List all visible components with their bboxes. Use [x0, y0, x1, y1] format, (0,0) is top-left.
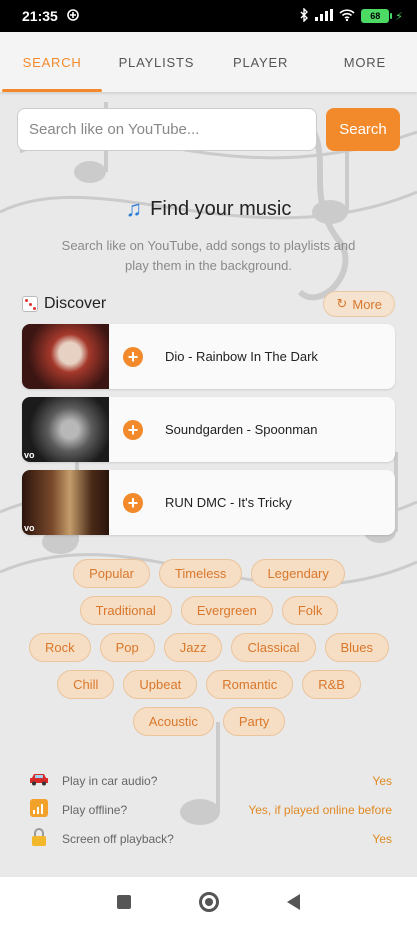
chip-row: Chill Upbeat Romantic R&B: [30, 670, 388, 699]
genre-chip[interactable]: Rock: [28, 633, 91, 662]
genre-chip[interactable]: Pop: [99, 633, 155, 662]
chip-row: Acoustic Party: [30, 707, 388, 736]
song-title: Dio - Rainbow In The Dark: [165, 349, 318, 364]
status-time: 21:35: [22, 8, 58, 24]
hero-title: Find your music: [150, 197, 292, 220]
discover-title-wrap: Discover: [22, 295, 106, 313]
genre-chip[interactable]: Traditional: [79, 596, 172, 625]
add-to-playlist-icon[interactable]: +: [123, 419, 143, 440]
wifi-icon: [339, 8, 355, 24]
signal-icon: [28, 798, 50, 821]
song-thumbnail: vo: [22, 470, 109, 535]
genre-chip[interactable]: R&B: [302, 670, 361, 699]
discover-song-list: + Dio - Rainbow In The Dark vo + Soundga…: [22, 324, 395, 543]
charging-icon: ⚡: [395, 10, 403, 23]
chip-row: Popular Timeless Legendary: [30, 559, 388, 588]
discover-header: Discover ↻ More: [22, 291, 395, 317]
tab-search[interactable]: SEARCH: [0, 32, 104, 92]
hero-subtitle: Search like on YouTube, add songs to pla…: [61, 238, 356, 273]
battery-icon: 68: [361, 9, 393, 23]
status-bar: 21:35 68 ⚡: [0, 0, 417, 32]
hero-heading: ♫ Find your music: [0, 196, 417, 222]
genre-chip[interactable]: Popular: [73, 559, 150, 588]
main-tabs: SEARCH PLAYLISTS PLAYER MORE: [0, 32, 417, 92]
cell-signal-icon: [315, 8, 334, 24]
genre-chip[interactable]: Classical: [231, 633, 316, 662]
chip-row: Rock Pop Jazz Classical Blues: [28, 633, 390, 662]
genre-chip[interactable]: Timeless: [158, 559, 243, 588]
genre-chip[interactable]: Upbeat: [123, 670, 198, 699]
tab-playlists[interactable]: PLAYLISTS: [104, 32, 208, 92]
music-note-icon: ♫: [125, 196, 143, 221]
faq-question: Play in car audio?: [62, 773, 158, 788]
faq-answer: Yes: [372, 773, 392, 788]
tab-more[interactable]: MORE: [313, 32, 417, 92]
song-card[interactable]: vo + RUN DMC - It's Tricky: [22, 470, 395, 535]
genre-chip[interactable]: Blues: [324, 633, 390, 662]
battery-level: 68: [370, 11, 381, 21]
faq-row: Play offline? Yes, if played online befo…: [28, 795, 392, 824]
faq-answer: Yes: [372, 831, 392, 846]
add-to-playlist-icon[interactable]: +: [123, 346, 143, 367]
faq-answer: Yes, if played online before: [248, 802, 392, 817]
song-card[interactable]: + Dio - Rainbow In The Dark: [22, 324, 395, 389]
recents-icon[interactable]: [117, 895, 131, 909]
chip-row: Traditional Evergreen Folk: [30, 596, 388, 625]
app-notification-icon: [66, 8, 80, 25]
genre-chip[interactable]: Folk: [281, 596, 339, 625]
song-title: RUN DMC - It's Tricky: [165, 495, 292, 510]
add-to-playlist-icon[interactable]: +: [123, 492, 143, 513]
search-bar: Search: [17, 108, 400, 151]
vevo-watermark: vo: [24, 523, 35, 533]
system-nav-bar: [0, 877, 417, 927]
genre-chip[interactable]: Evergreen: [180, 596, 273, 625]
search-input[interactable]: [17, 108, 317, 151]
vevo-watermark: vo: [24, 450, 35, 460]
genre-chip[interactable]: Party: [222, 707, 286, 736]
faq-row: Play in car audio? Yes: [28, 766, 392, 795]
genre-chip[interactable]: Acoustic: [132, 707, 214, 736]
genre-chip[interactable]: Legendary: [251, 559, 345, 588]
discover-title: Discover: [44, 295, 107, 312]
faq-question: Play offline?: [62, 802, 128, 817]
lock-icon: [28, 827, 50, 850]
tab-player[interactable]: PLAYER: [209, 32, 313, 92]
genre-chips: Popular Timeless Legendary Traditional E…: [28, 559, 390, 744]
more-button[interactable]: ↻ More: [323, 291, 395, 317]
dice-icon: [22, 296, 38, 312]
song-card[interactable]: vo + Soundgarden - Spoonman: [22, 397, 395, 462]
bluetooth-icon: [299, 6, 309, 25]
genre-chip[interactable]: Jazz: [163, 633, 223, 662]
genre-chip[interactable]: Chill: [57, 670, 115, 699]
faq-row: Screen off playback? Yes: [28, 824, 392, 853]
song-thumbnail: [22, 324, 109, 389]
song-title: Soundgarden - Spoonman: [165, 422, 318, 437]
faq-question: Screen off playback?: [62, 831, 174, 846]
genre-chip[interactable]: Romantic: [206, 670, 294, 699]
home-icon[interactable]: [199, 892, 219, 912]
feature-faq: Play in car audio? Yes Play offline? Yes…: [28, 766, 392, 853]
car-icon: [28, 772, 50, 790]
back-icon[interactable]: [287, 894, 300, 910]
search-button[interactable]: Search: [326, 108, 400, 151]
song-thumbnail: vo: [22, 397, 109, 462]
more-label: More: [352, 296, 382, 312]
refresh-icon: ↻: [336, 296, 348, 311]
